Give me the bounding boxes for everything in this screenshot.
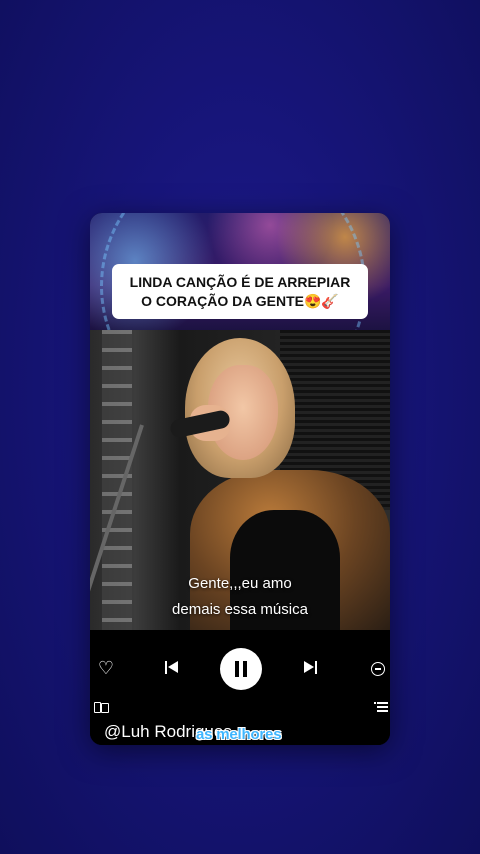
- minus-circle-icon[interactable]: [371, 662, 385, 676]
- lyrics-line-2: demais essa música: [172, 601, 308, 618]
- caption-text: as melhores: [196, 726, 282, 743]
- skip-next-icon[interactable]: [302, 660, 318, 676]
- pause-button[interactable]: [220, 648, 262, 690]
- heart-icon[interactable]: ♡: [96, 658, 116, 678]
- pause-icon: [235, 661, 239, 677]
- queue-icon[interactable]: [374, 702, 388, 712]
- title-banner: LINDA CANÇÃO É DE ARREPIAR O CORAÇÃO DA …: [112, 264, 368, 319]
- skip-previous-icon[interactable]: [164, 660, 180, 676]
- connect-device-icon[interactable]: [94, 702, 109, 713]
- lyrics-line-1: Gente,,,eu amo: [188, 575, 292, 592]
- banner-line-2: O CORAÇÃO DA GENTE😍🎸: [141, 292, 339, 309]
- video-frame[interactable]: Gente,,,eu amo demais essa música: [90, 330, 390, 630]
- video-card[interactable]: Gente,,,eu amo demais essa música LINDA …: [90, 213, 390, 745]
- banner-line-1: LINDA CANÇÃO É DE ARREPIAR: [129, 273, 351, 290]
